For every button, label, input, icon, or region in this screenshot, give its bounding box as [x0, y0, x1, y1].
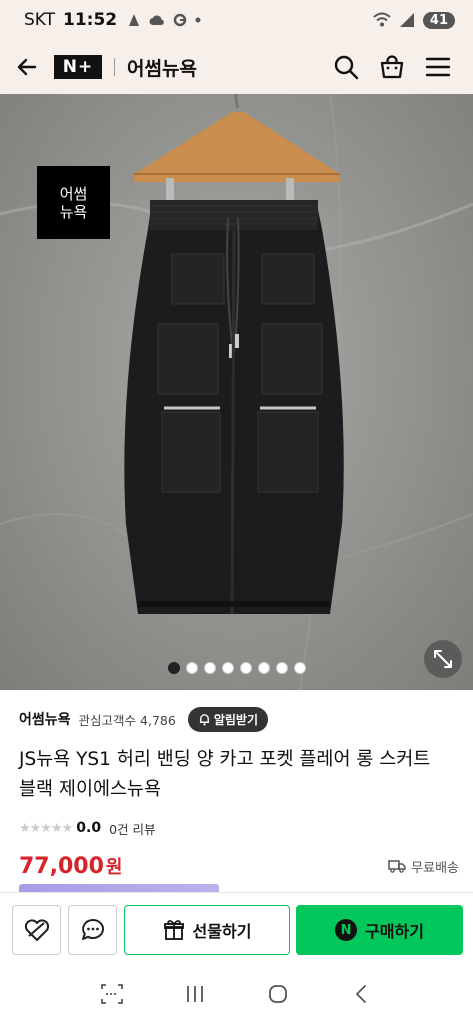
gift-button[interactable]: 선물하기 [124, 905, 290, 955]
back-button[interactable] [0, 40, 54, 94]
shipping-info: 무료배송 [388, 857, 459, 876]
product-title-line2: 블랙 제이에스뉴욕 [19, 779, 162, 800]
header-divider [114, 58, 115, 76]
talk-talk-button[interactable] [68, 905, 117, 955]
menu-button[interactable] [421, 50, 455, 84]
product-title: JS뉴욕 YS1 허리 밴딩 양 카고 포켓 플레어 롱 스커트 블랙 제이에스… [19, 745, 459, 805]
rating-value: 0.0 [76, 820, 102, 836]
cut-off-promo-line [19, 884, 219, 892]
fans-label: 관심고객수 [78, 712, 137, 728]
search-button[interactable] [329, 50, 363, 84]
carousel-dot[interactable] [167, 662, 180, 674]
clock: 11:52 [63, 10, 118, 30]
product-title-line1: JS뉴욕 YS1 허리 밴딩 양 카고 포켓 플레어 롱 스커트 [19, 749, 431, 770]
system-navigation-bar [0, 964, 473, 1024]
gift-icon [163, 920, 184, 940]
price-currency: 원 [105, 857, 123, 878]
hamburger-menu-icon [425, 57, 451, 77]
carousel-dot[interactable] [221, 662, 234, 674]
carousel-dot[interactable] [257, 662, 270, 674]
system-icons: 41 [373, 11, 455, 29]
home-circle-icon [269, 985, 288, 1003]
heart-check-icon [24, 919, 49, 941]
cart-button[interactable] [375, 50, 409, 84]
naver-plus-logo[interactable]: N+ [54, 55, 102, 79]
star-rating-icon: ★★★★★ [19, 820, 73, 836]
wifi-icon [373, 12, 391, 27]
wishlist-button[interactable] [12, 905, 61, 955]
app-notification-icon [129, 14, 140, 26]
bottom-action-bar: 선물하기 N 구매하기 [0, 892, 473, 964]
carousel-dot[interactable] [239, 662, 252, 674]
store-name-link[interactable]: 어썸뉴욕 [19, 709, 71, 729]
fans-value: 4,786 [140, 712, 176, 728]
carousel-dot[interactable] [203, 662, 216, 674]
store-title[interactable]: 어썸뉴욕 [127, 54, 197, 81]
system-back-button[interactable] [341, 974, 381, 1014]
chat-bubble-icon [81, 919, 104, 940]
watermark-line2: 뉴욕 [59, 202, 88, 221]
recent-scan-button[interactable] [92, 974, 132, 1014]
price-row: 77,000 원 무료배송 [19, 850, 459, 882]
price-value: 77,000 [19, 853, 104, 879]
store-watermark-logo: 어썸 뉴욕 [37, 166, 110, 239]
truck-icon [388, 860, 406, 873]
expand-arrows-icon [434, 650, 452, 668]
battery-indicator: 41 [422, 11, 455, 29]
recents-icon [186, 986, 203, 1002]
naver-pay-badge: N [335, 919, 358, 941]
status-bar: SKT 11:52 41 [0, 0, 473, 40]
alarm-subscribe-button[interactable]: 알림받기 [187, 706, 268, 732]
shipping-label: 무료배송 [411, 860, 459, 876]
buy-button[interactable]: N 구매하기 [296, 905, 463, 955]
shopping-bag-icon [380, 55, 404, 79]
signal-icon [399, 13, 414, 27]
scan-icon [100, 984, 123, 1004]
fullscreen-button[interactable] [424, 640, 462, 678]
rating-row[interactable]: ★★★★★ 0.0 0건 리뷰 [19, 818, 156, 838]
carousel-dot[interactable] [275, 662, 288, 674]
alarm-button-label: 알림받기 [213, 712, 258, 727]
home-button[interactable] [258, 974, 298, 1014]
review-count: 0건 리뷰 [109, 821, 156, 837]
watermark-line1: 어썸 [59, 184, 88, 203]
carousel-dot[interactable] [185, 662, 198, 674]
arrow-left-icon [17, 58, 37, 76]
header-actions [329, 50, 473, 84]
notification-icons [127, 12, 201, 28]
buy-button-label: 구매하기 [365, 922, 424, 941]
carousel-dot[interactable] [293, 662, 306, 674]
top-header: N+ 어썸뉴욕 [0, 40, 473, 94]
carrier-label: SKT [24, 10, 56, 30]
more-notifications-dot-icon [195, 17, 201, 23]
gift-button-label: 선물하기 [192, 922, 252, 941]
product-image-carousel[interactable]: 어썸 뉴욕 [0, 94, 473, 690]
google-icon [173, 13, 187, 27]
search-icon [334, 55, 359, 80]
cloud-icon [149, 15, 164, 25]
chevron-left-icon [356, 985, 367, 1003]
fans-count: 관심고객수 4,786 [79, 710, 176, 729]
store-info-row: 어썸뉴욕 관심고객수 4,786 알림받기 [19, 706, 459, 732]
recents-button[interactable] [175, 974, 215, 1014]
bell-plus-icon [199, 713, 209, 725]
carousel-pagination [0, 662, 473, 674]
